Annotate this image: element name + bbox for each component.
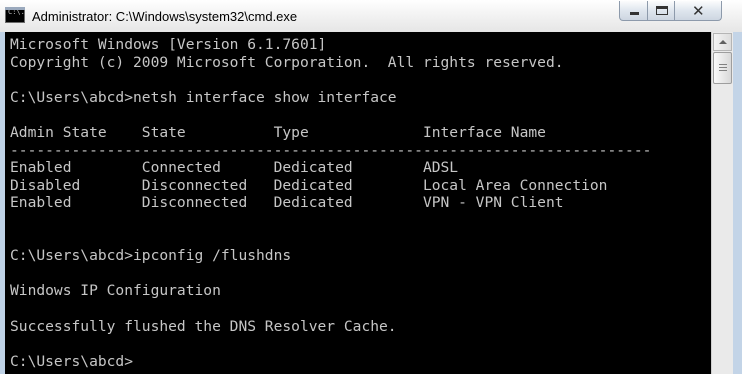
console-prompt[interactable]: C:\Users\abcd> xyxy=(10,353,133,370)
grip-line xyxy=(719,64,727,65)
cmd-window: C:\. Administrator: C:\Windows\system32\… xyxy=(0,0,742,374)
title-bar[interactable]: C:\. Administrator: C:\Windows\system32\… xyxy=(0,0,742,32)
vertical-scrollbar[interactable] xyxy=(711,32,733,374)
grip-line xyxy=(719,70,727,71)
minimize-button[interactable] xyxy=(619,1,648,21)
console-line: C:\Users\abcd>ipconfig /flushdns xyxy=(10,247,292,265)
console-line: Disabled Disconnected Dedicated Local Ar… xyxy=(10,176,608,194)
console-line: Copyright (c) 2009 Microsoft Corporation… xyxy=(10,53,564,71)
console-line: Microsoft Windows [Version 6.1.7601] xyxy=(10,36,327,53)
console-text: Microsoft Windows [Version 6.1.7601] Cop… xyxy=(10,36,651,370)
console-line: Enabled Disconnected Dedicated VPN - VPN… xyxy=(10,194,564,212)
minimize-icon xyxy=(630,12,639,15)
console-line: Windows IP Configuration xyxy=(10,282,221,300)
scroll-up-button[interactable] xyxy=(713,33,732,51)
maximize-button[interactable] xyxy=(647,1,675,21)
maximize-icon xyxy=(656,6,668,15)
cmd-icon[interactable]: C:\. xyxy=(5,7,25,23)
console-line: Enabled Connected Dedicated ADSL xyxy=(10,159,459,177)
close-icon: ✕ xyxy=(692,2,705,20)
grip-line xyxy=(719,67,727,68)
console-line: C:\Users\abcd>netsh interface show inter… xyxy=(10,88,397,106)
console-output[interactable]: Microsoft Windows [Version 6.1.7601] Cop… xyxy=(5,32,711,374)
console-line: Admin State State Type Interface Name xyxy=(10,123,546,141)
scroll-thumb[interactable] xyxy=(713,52,732,84)
console-line: ----------------------------------------… xyxy=(10,141,652,159)
console-line: Successfully flushed the DNS Resolver Ca… xyxy=(10,317,397,335)
window-title: Administrator: C:\Windows\system32\cmd.e… xyxy=(32,9,298,24)
window-frame-right xyxy=(733,32,742,374)
close-button[interactable]: ✕ xyxy=(674,1,722,21)
